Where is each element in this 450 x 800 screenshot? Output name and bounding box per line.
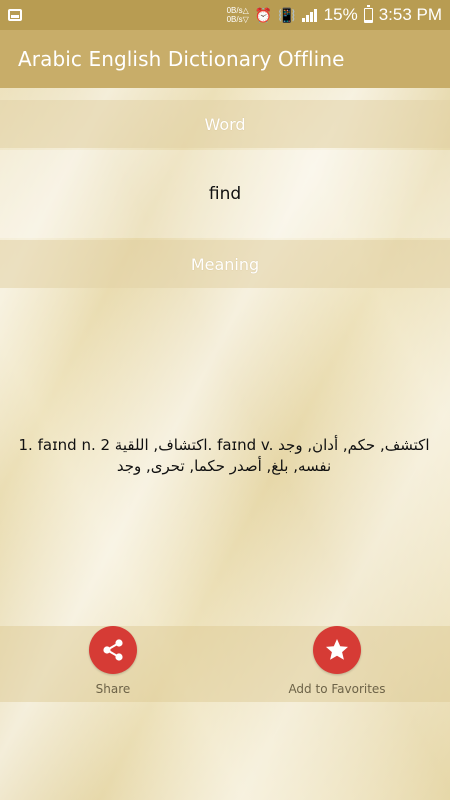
alarm-icon: ⏰ (254, 7, 273, 23)
word-label: Word (204, 114, 246, 134)
battery-icon (363, 4, 373, 23)
favorites-circle[interactable] (313, 626, 361, 674)
clock-time: 3:53 PM (378, 5, 442, 24)
signal-icon (301, 8, 318, 22)
action-bar: Share Add to Favorites (0, 626, 450, 702)
meaning-label: Meaning (190, 254, 260, 274)
share-label: Share (95, 682, 131, 696)
meaning-text: 1. faɪnd n. 2 اكتشاف, اللقية. faɪnd v. ا… (18, 436, 430, 475)
share-button[interactable]: Share (38, 626, 188, 702)
network-speed: 0B/s△ 0B/s▽ (226, 6, 249, 24)
word-input-row (0, 150, 450, 238)
star-icon (326, 639, 348, 660)
app-title: Arabic English Dictionary Offline (18, 47, 345, 71)
share-icon (103, 639, 123, 661)
share-circle[interactable] (89, 626, 137, 674)
battery-percent: 15% (323, 5, 358, 24)
gallery-notification-icon (8, 9, 22, 21)
word-input[interactable] (75, 184, 375, 204)
meaning-label-row: Meaning (0, 240, 450, 288)
vibrate-icon: 📳 (278, 7, 296, 23)
word-label-row: Word (0, 100, 450, 148)
status-bar: 0B/s△ 0B/s▽ ⏰ 📳 15% 3:53 PM (0, 0, 450, 30)
add-to-favorites-button[interactable]: Add to Favorites (262, 626, 412, 702)
favorites-label: Add to Favorites (288, 682, 386, 696)
app-bar: Arabic English Dictionary Offline (0, 30, 450, 88)
